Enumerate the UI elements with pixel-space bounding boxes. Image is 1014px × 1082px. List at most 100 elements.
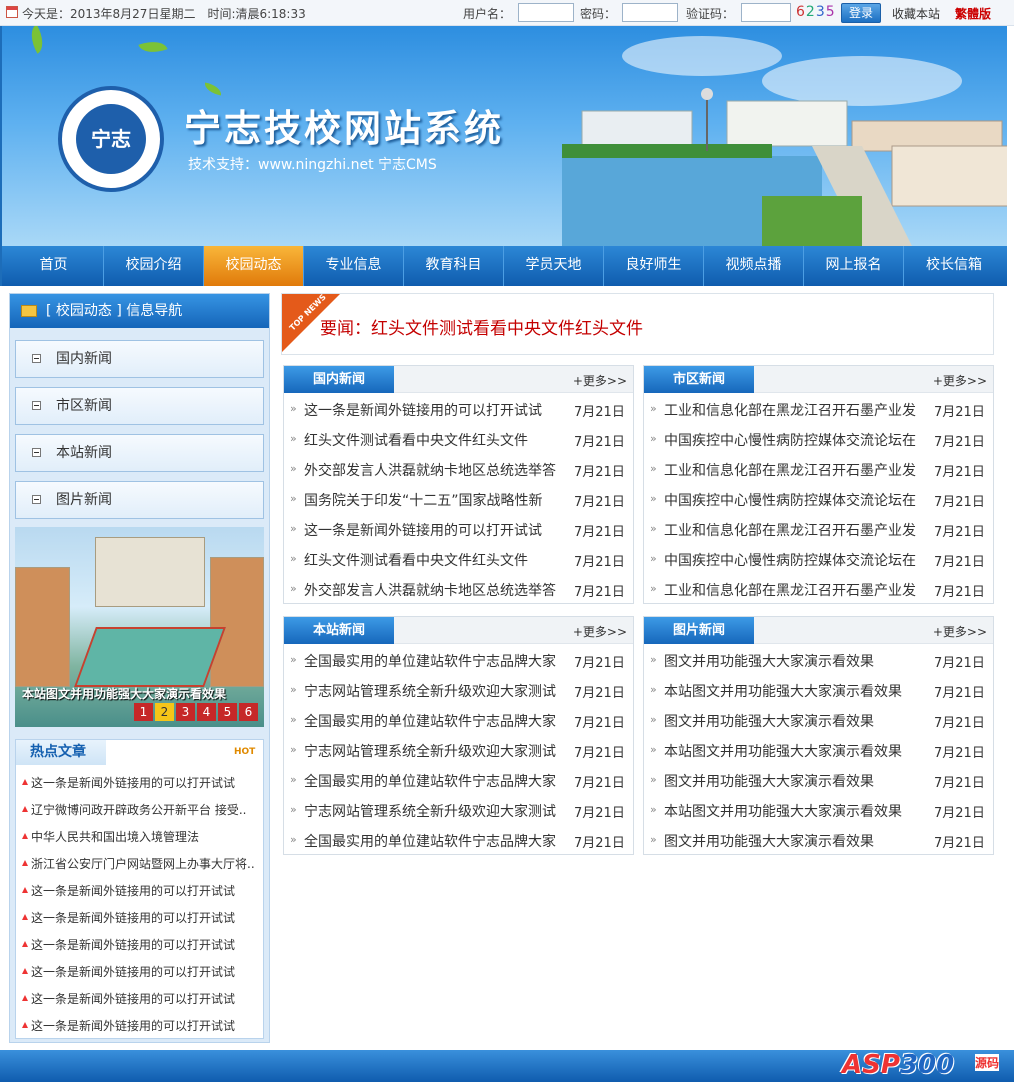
news-item[interactable]: » 全国最实用的单位建站软件宁志品牌大家 7月21日 — [284, 705, 633, 735]
hot-article-link[interactable]: 这一条是新闻外链接用的可以打开试试 — [21, 1017, 259, 1034]
news-item-title[interactable]: 全国最实用的单位建站软件宁志品牌大家 — [304, 771, 566, 791]
nav-teachers[interactable]: 良好师生 — [604, 246, 704, 286]
news-item[interactable]: » 图文并用功能强大大家演示看效果 7月21日 — [644, 765, 993, 795]
slide-page-button[interactable]: 2 — [155, 703, 174, 721]
news-item-title[interactable]: 本站图文并用功能强大大家演示看效果 — [664, 741, 926, 761]
news-item-title[interactable]: 宁志网站管理系统全新升级欢迎大家测试 — [304, 681, 566, 701]
hot-article-link[interactable]: 这一条是新闻外链接用的可以打开试试 — [21, 909, 259, 926]
news-item[interactable]: » 本站图文并用功能强大大家演示看效果 7月21日 — [644, 675, 993, 705]
news-item[interactable]: » 这一条是新闻外链接用的可以打开试试 7月21日 — [284, 394, 633, 424]
news-item-title[interactable]: 图文并用功能强大大家演示看效果 — [664, 711, 926, 731]
news-box-title[interactable]: 本站新闻 — [284, 617, 394, 644]
photo-slideshow[interactable]: 本站图文并用功能强大大家演示看效果 1 2 3 4 5 6 — [15, 527, 264, 727]
news-item-title[interactable]: 工业和信息化部在黑龙江召开石墨产业发 — [664, 400, 926, 420]
nav-video[interactable]: 视频点播 — [704, 246, 804, 286]
news-item[interactable]: » 工业和信息化部在黑龙江召开石墨产业发 7月21日 — [644, 454, 993, 484]
sidebar-link-city-news[interactable]: 市区新闻 — [15, 387, 264, 425]
nav-principal-mailbox[interactable]: 校长信箱 — [904, 246, 1004, 286]
captcha-input[interactable] — [741, 3, 791, 22]
news-box-title[interactable]: 国内新闻 — [284, 366, 394, 393]
more-link[interactable]: +更多>> — [573, 623, 627, 640]
slide-page-button[interactable]: 5 — [218, 703, 237, 721]
news-item[interactable]: » 全国最实用的单位建站软件宁志品牌大家 7月21日 — [284, 765, 633, 795]
hot-article-link[interactable]: 这一条是新闻外链接用的可以打开试试 — [21, 882, 259, 899]
news-item[interactable]: » 红头文件测试看看中央文件红头文件 7月21日 — [284, 424, 633, 454]
news-item[interactable]: » 全国最实用的单位建站软件宁志品牌大家 7月21日 — [284, 825, 633, 855]
news-item[interactable]: » 中国疾控中心慢性病防控媒体交流论坛在 7月21日 — [644, 544, 993, 574]
news-item[interactable]: » 红头文件测试看看中央文件红头文件 7月21日 — [284, 544, 633, 574]
traditional-chinese-link[interactable]: 繁體版 — [955, 5, 991, 22]
nav-campus-intro[interactable]: 校园介绍 — [104, 246, 204, 286]
news-item[interactable]: » 全国最实用的单位建站软件宁志品牌大家 7月21日 — [284, 645, 633, 675]
news-item[interactable]: » 国务院关于印发“十二五”国家战略性新 7月21日 — [284, 484, 633, 514]
slide-page-button[interactable]: 6 — [239, 703, 258, 721]
news-item-title[interactable]: 宁志网站管理系统全新升级欢迎大家测试 — [304, 801, 566, 821]
news-item-title[interactable]: 这一条是新闻外链接用的可以打开试试 — [304, 520, 566, 540]
slide-caption[interactable]: 本站图文并用功能强大大家演示看效果 — [22, 685, 226, 702]
news-item-title[interactable]: 全国最实用的单位建站软件宁志品牌大家 — [304, 651, 566, 671]
captcha-image[interactable]: 6235 — [796, 4, 836, 20]
news-item-title[interactable]: 国务院关于印发“十二五”国家战略性新 — [304, 490, 566, 510]
news-item-title[interactable]: 工业和信息化部在黑龙江召开石墨产业发 — [664, 520, 926, 540]
hot-article-link[interactable]: 这一条是新闻外链接用的可以打开试试 — [21, 963, 259, 980]
news-item-title[interactable]: 工业和信息化部在黑龙江召开石墨产业发 — [664, 460, 926, 480]
news-item[interactable]: » 工业和信息化部在黑龙江召开石墨产业发 7月21日 — [644, 514, 993, 544]
news-item-title[interactable]: 图文并用功能强大大家演示看效果 — [664, 651, 926, 671]
hot-article-link[interactable]: 辽宁微博问政开辟政务公开新平台 接受.. — [21, 801, 259, 818]
news-item-title[interactable]: 中国疾控中心慢性病防控媒体交流论坛在 — [664, 550, 926, 570]
news-item[interactable]: » 宁志网站管理系统全新升级欢迎大家测试 7月21日 — [284, 675, 633, 705]
more-link[interactable]: +更多>> — [933, 623, 987, 640]
slide-page-button[interactable]: 3 — [176, 703, 195, 721]
news-item[interactable]: » 图文并用功能强大大家演示看效果 7月21日 — [644, 705, 993, 735]
news-item[interactable]: » 工业和信息化部在黑龙江召开石墨产业发 7月21日 — [644, 394, 993, 424]
login-button[interactable]: 登录 — [841, 3, 881, 23]
hot-article-link[interactable]: 这一条是新闻外链接用的可以打开试试 — [21, 990, 259, 1007]
news-item-title[interactable]: 这一条是新闻外链接用的可以打开试试 — [304, 400, 566, 420]
news-item-title[interactable]: 外交部发言人洪磊就纳卡地区总统选举答 — [304, 460, 566, 480]
news-item[interactable]: » 中国疾控中心慢性病防控媒体交流论坛在 7月21日 — [644, 424, 993, 454]
nav-students[interactable]: 学员天地 — [504, 246, 604, 286]
news-box-title[interactable]: 图片新闻 — [644, 617, 754, 644]
username-input[interactable] — [518, 3, 574, 22]
news-item-title[interactable]: 全国最实用的单位建站软件宁志品牌大家 — [304, 831, 566, 851]
more-link[interactable]: +更多>> — [573, 372, 627, 389]
news-item-title[interactable]: 工业和信息化部在黑龙江召开石墨产业发 — [664, 580, 926, 600]
news-item-title[interactable]: 图文并用功能强大大家演示看效果 — [664, 771, 926, 791]
news-item[interactable]: » 宁志网站管理系统全新升级欢迎大家测试 7月21日 — [284, 795, 633, 825]
slide-page-button[interactable]: 1 — [134, 703, 153, 721]
nav-home[interactable]: 首页 — [4, 246, 104, 286]
news-item[interactable]: » 工业和信息化部在黑龙江召开石墨产业发 7月21日 — [644, 574, 993, 604]
sidebar-link-photo-news[interactable]: 图片新闻 — [15, 481, 264, 519]
news-item[interactable]: » 中国疾控中心慢性病防控媒体交流论坛在 7月21日 — [644, 484, 993, 514]
news-item-title[interactable]: 本站图文并用功能强大大家演示看效果 — [664, 681, 926, 701]
news-item-title[interactable]: 全国最实用的单位建站软件宁志品牌大家 — [304, 711, 566, 731]
news-item[interactable]: » 外交部发言人洪磊就纳卡地区总统选举答 7月21日 — [284, 454, 633, 484]
sidebar-link-domestic-news[interactable]: 国内新闻 — [15, 340, 264, 378]
news-item[interactable]: » 图文并用功能强大大家演示看效果 7月21日 — [644, 645, 993, 675]
hot-article-link[interactable]: 这一条是新闻外链接用的可以打开试试 — [21, 936, 259, 953]
news-item-title[interactable]: 红头文件测试看看中央文件红头文件 — [304, 430, 566, 450]
news-item[interactable]: » 这一条是新闻外链接用的可以打开试试 7月21日 — [284, 514, 633, 544]
nav-online-signup[interactable]: 网上报名 — [804, 246, 904, 286]
sidebar-link-site-news[interactable]: 本站新闻 — [15, 434, 264, 472]
hot-article-link[interactable]: 浙江省公安厅门户网站暨网上办事大厅将.. — [21, 855, 259, 872]
nav-majors[interactable]: 专业信息 — [304, 246, 404, 286]
news-item[interactable]: » 图文并用功能强大大家演示看效果 7月21日 — [644, 825, 993, 855]
news-item-title[interactable]: 中国疾控中心慢性病防控媒体交流论坛在 — [664, 490, 926, 510]
news-item[interactable]: » 本站图文并用功能强大大家演示看效果 7月21日 — [644, 735, 993, 765]
headline-link[interactable]: 要闻：红头文件测试看看中央文件红头文件 — [320, 314, 643, 339]
hot-article-link[interactable]: 这一条是新闻外链接用的可以打开试试 — [21, 774, 259, 791]
news-item-title[interactable]: 图文并用功能强大大家演示看效果 — [664, 831, 926, 851]
news-item-title[interactable]: 外交部发言人洪磊就纳卡地区总统选举答 — [304, 580, 566, 600]
more-link[interactable]: +更多>> — [933, 372, 987, 389]
nav-campus-news[interactable]: 校园动态 — [204, 246, 304, 286]
news-item-title[interactable]: 红头文件测试看看中央文件红头文件 — [304, 550, 566, 570]
password-input[interactable] — [622, 3, 678, 22]
add-favorite-link[interactable]: 收藏本站 — [892, 5, 940, 22]
news-item[interactable]: » 外交部发言人洪磊就纳卡地区总统选举答 7月21日 — [284, 574, 633, 604]
news-box-title[interactable]: 市区新闻 — [644, 366, 754, 393]
slide-page-button[interactable]: 4 — [197, 703, 216, 721]
nav-subjects[interactable]: 教育科目 — [404, 246, 504, 286]
news-item[interactable]: » 本站图文并用功能强大大家演示看效果 7月21日 — [644, 795, 993, 825]
news-item-title[interactable]: 本站图文并用功能强大大家演示看效果 — [664, 801, 926, 821]
